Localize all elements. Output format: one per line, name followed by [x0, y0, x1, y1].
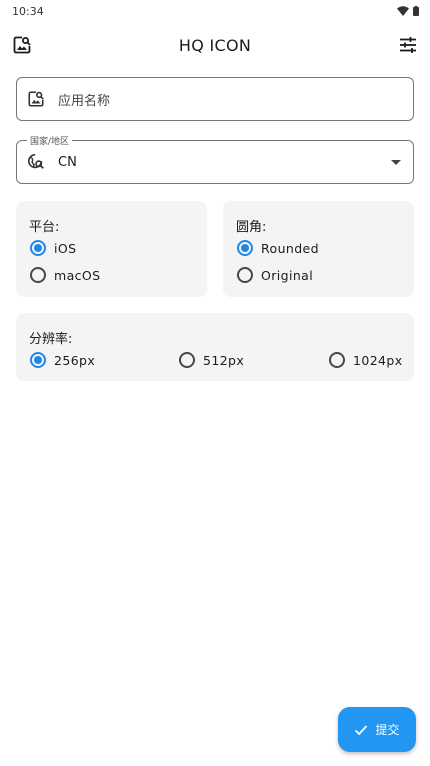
resolution-card: 分辨率: 256px 512px 1024px — [16, 313, 414, 381]
platform-option-ios[interactable]: iOS — [30, 240, 76, 256]
status-icons — [397, 6, 419, 16]
app-name-placeholder: 应用名称 — [58, 93, 111, 109]
radio-unchecked[interactable] — [329, 352, 345, 368]
app-bar: HQ ICON — [0, 26, 430, 64]
corner-option-original[interactable]: Original — [237, 267, 313, 283]
resolution-option-256[interactable]: 256px — [30, 352, 95, 368]
resolution-option-512[interactable]: 512px — [179, 352, 244, 368]
radio-label: 1024px — [353, 352, 403, 368]
wifi-icon — [397, 6, 409, 16]
platform-label: 平台: — [29, 220, 60, 235]
image-search-icon — [28, 91, 44, 107]
country-value: CN — [58, 154, 77, 170]
app-name-field[interactable]: 应用名称 — [16, 77, 414, 121]
submit-button[interactable]: 提交 — [338, 707, 416, 752]
radio-label: 256px — [54, 352, 96, 368]
platform-option-macos[interactable]: macOS — [30, 267, 100, 283]
submit-label: 提交 — [375, 723, 400, 737]
corner-option-rounded[interactable]: Rounded — [237, 240, 319, 256]
platform-card: 平台: iOS macOS — [16, 201, 207, 297]
radio-label: Rounded — [261, 240, 319, 256]
tune-icon[interactable] — [398, 35, 418, 55]
country-label: 国家/地区 — [27, 134, 73, 147]
radio-label: macOS — [54, 267, 101, 283]
image-search-icon[interactable] — [12, 35, 32, 55]
radio-unchecked[interactable] — [237, 267, 253, 283]
status-time: 10:34 — [12, 4, 44, 18]
status-bar: 10:34 — [0, 0, 430, 22]
dropdown-arrow-icon[interactable] — [391, 160, 401, 165]
corner-card: 圆角: Rounded Original — [223, 201, 414, 297]
radio-checked[interactable] — [237, 240, 253, 256]
radio-label: Original — [261, 267, 314, 283]
radio-unchecked[interactable] — [30, 267, 46, 283]
resolution-label: 分辨率: — [29, 332, 73, 347]
radio-unchecked[interactable] — [179, 352, 195, 368]
globe-search-icon — [27, 153, 44, 169]
radio-checked[interactable] — [30, 352, 46, 368]
resolution-option-1024[interactable]: 1024px — [329, 352, 403, 368]
battery-icon — [413, 6, 419, 16]
radio-label: iOS — [54, 240, 77, 256]
country-select[interactable]: 国家/地区 CN — [16, 134, 414, 184]
radio-label: 512px — [203, 352, 245, 368]
corner-label: 圆角: — [236, 220, 267, 235]
check-icon — [355, 724, 368, 735]
app-title: HQ ICON — [178, 35, 252, 55]
radio-checked[interactable] — [30, 240, 46, 256]
